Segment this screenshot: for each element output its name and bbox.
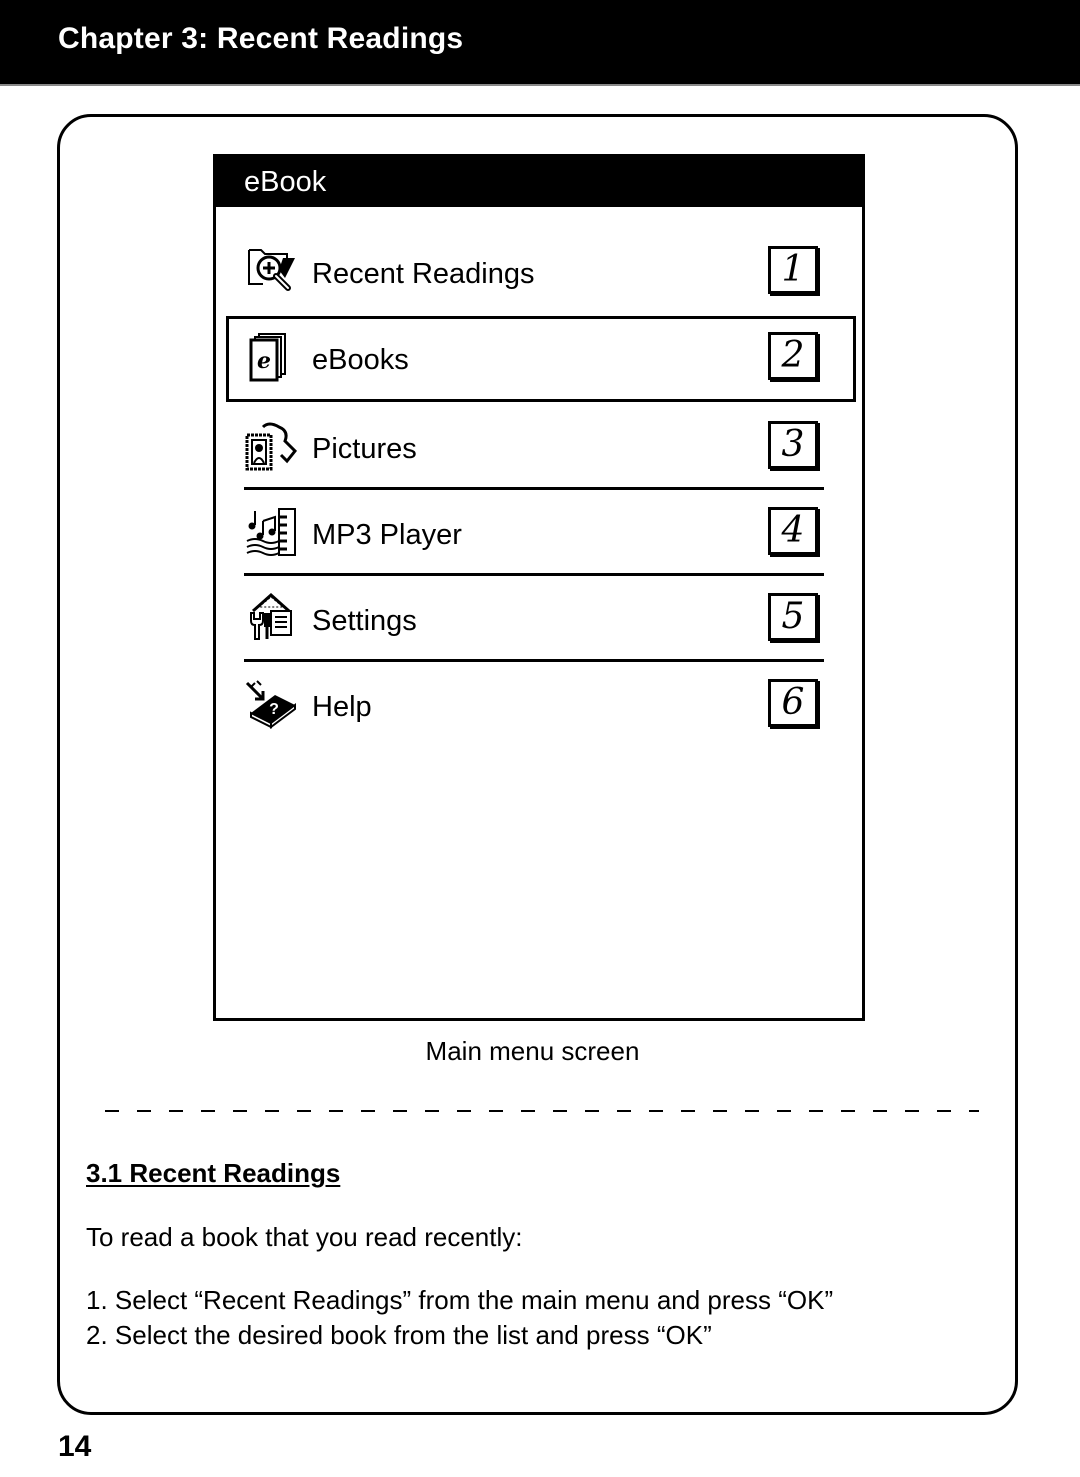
svg-text:?: ?	[269, 701, 279, 718]
book-stack-icon: e	[245, 332, 297, 384]
menu-item-recent-readings[interactable]: Recent Readings 1	[226, 230, 856, 316]
screen-header: eBook	[216, 157, 862, 207]
intro-text: To read a book that you read recently:	[86, 1222, 523, 1252]
folder-magnifier-icon	[245, 246, 297, 298]
menu-divider	[244, 659, 824, 662]
tools-settings-icon	[245, 593, 297, 645]
menu-divider	[244, 487, 824, 490]
section-heading: 3.1 Recent Readings	[86, 1158, 341, 1188]
menu-item-label: Settings	[312, 605, 417, 637]
figure-caption: Main menu screen	[425, 1036, 640, 1066]
menu-item-label: MP3 Player	[312, 519, 462, 551]
step-item: 1. Select “Recent Readings” from the mai…	[86, 1285, 834, 1315]
menu-item-help[interactable]: ? Help 6	[226, 663, 856, 749]
svg-text:e: e	[257, 348, 271, 374]
menu-divider	[244, 573, 824, 576]
step-item: 2. Select the desired book from the list…	[86, 1320, 712, 1350]
menu-item-label: Help	[312, 691, 372, 723]
music-notes-piano-icon	[245, 507, 297, 559]
page-number: 14	[58, 1430, 92, 1463]
shortcut-key-badge: 3	[768, 421, 818, 469]
shortcut-key-badge: 6	[768, 679, 818, 727]
menu-item-ebooks[interactable]: e eBooks 2	[226, 316, 856, 402]
menu-item-mp3-player[interactable]: MP3 Player 4	[226, 491, 856, 577]
shortcut-key-badge: 2	[768, 332, 818, 380]
picture-frame-icon	[245, 421, 298, 473]
chapter-title: Chapter 3: Recent Readings	[58, 22, 464, 55]
shortcut-key-badge: 5	[768, 593, 818, 641]
dashed-divider	[105, 1110, 979, 1112]
shortcut-key-badge: 4	[768, 507, 818, 555]
shortcut-key-badge: 1	[768, 246, 818, 294]
menu-item-label: Recent Readings	[312, 258, 535, 290]
menu-item-settings[interactable]: Settings 5	[226, 577, 856, 663]
device-screen-illustration: eBook Recent Readings 1 e eBooks 2 Pictu…	[213, 154, 865, 1021]
menu-item-label: Pictures	[312, 433, 417, 465]
screen-title: eBook	[244, 166, 327, 198]
menu-item-pictures[interactable]: Pictures 3	[226, 405, 856, 491]
chapter-header-bar: Chapter 3: Recent Readings	[0, 0, 1080, 86]
menu-item-label: eBooks	[312, 344, 409, 376]
help-book-icon: ?	[245, 679, 297, 731]
